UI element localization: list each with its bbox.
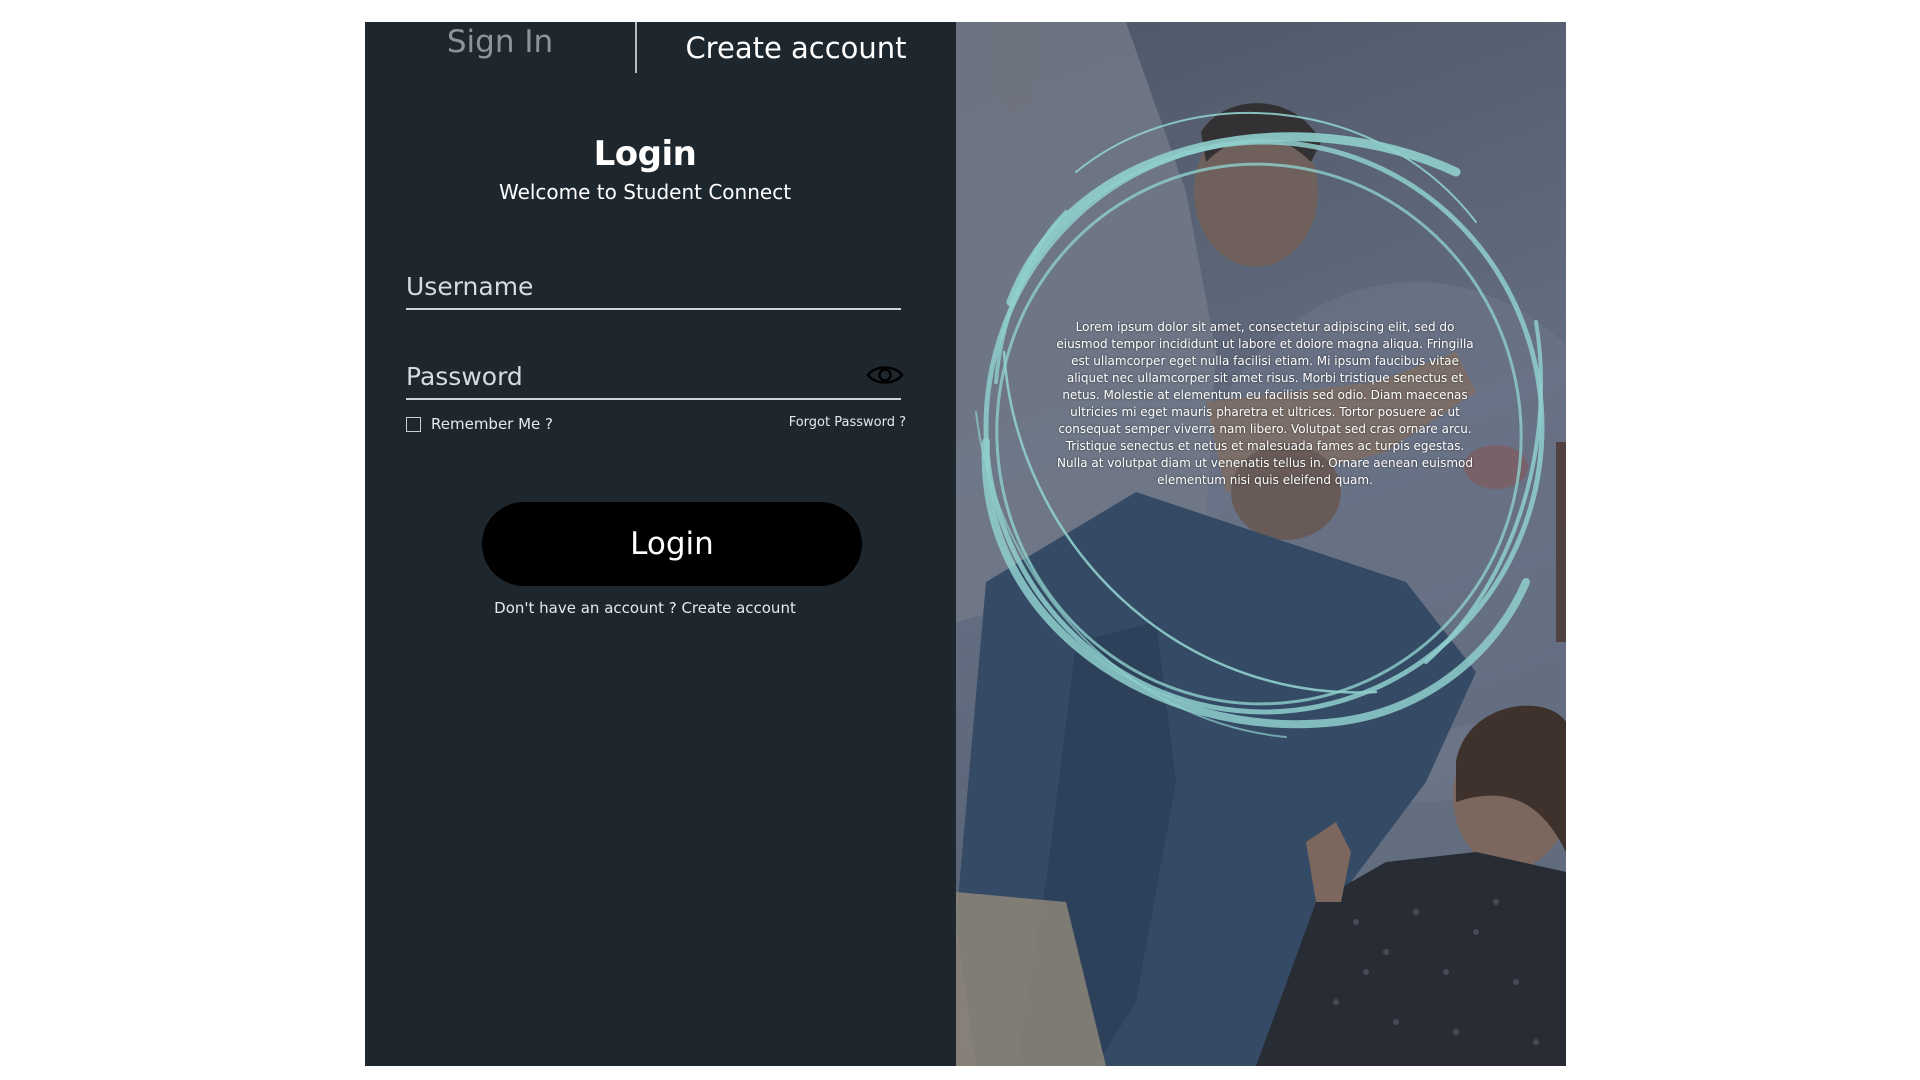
login-options: Remember Me ? Forgot Password ? bbox=[406, 415, 906, 437]
hero-photo bbox=[956, 22, 1566, 1066]
login-subtitle: Welcome to Student Connect bbox=[498, 180, 792, 204]
eye-icon[interactable] bbox=[866, 364, 904, 386]
auth-tabs: Sign In Create account bbox=[365, 22, 956, 74]
username-input[interactable] bbox=[406, 268, 846, 304]
remember-me-checkbox[interactable] bbox=[406, 416, 421, 432]
remember-me-label: Remember Me ? bbox=[431, 415, 554, 433]
hero-panel: Lorem ipsum dolor sit amet, consectetur … bbox=[956, 22, 1566, 1066]
login-panel: Sign In Create account Login Welcome to … bbox=[365, 22, 956, 1066]
password-input[interactable] bbox=[406, 358, 846, 394]
login-title: Login bbox=[593, 134, 697, 174]
remember-me[interactable]: Remember Me ? bbox=[406, 415, 553, 433]
auth-window: Sign In Create account Login Welcome to … bbox=[365, 22, 1566, 1066]
tab-create-account[interactable]: Create account bbox=[636, 22, 956, 74]
signup-prompt: Don't have an account ? Create account bbox=[365, 599, 925, 617]
tab-sign-in[interactable]: Sign In bbox=[365, 16, 635, 68]
username-field bbox=[406, 262, 901, 310]
create-account-link[interactable]: Don't have an account ? Create account bbox=[494, 599, 796, 617]
hero-text: Lorem ipsum dolor sit amet, consectetur … bbox=[1056, 320, 1474, 487]
forgot-password-link[interactable]: Forgot Password ? bbox=[789, 415, 906, 430]
password-field bbox=[406, 352, 904, 400]
login-button[interactable]: Login bbox=[482, 502, 862, 586]
